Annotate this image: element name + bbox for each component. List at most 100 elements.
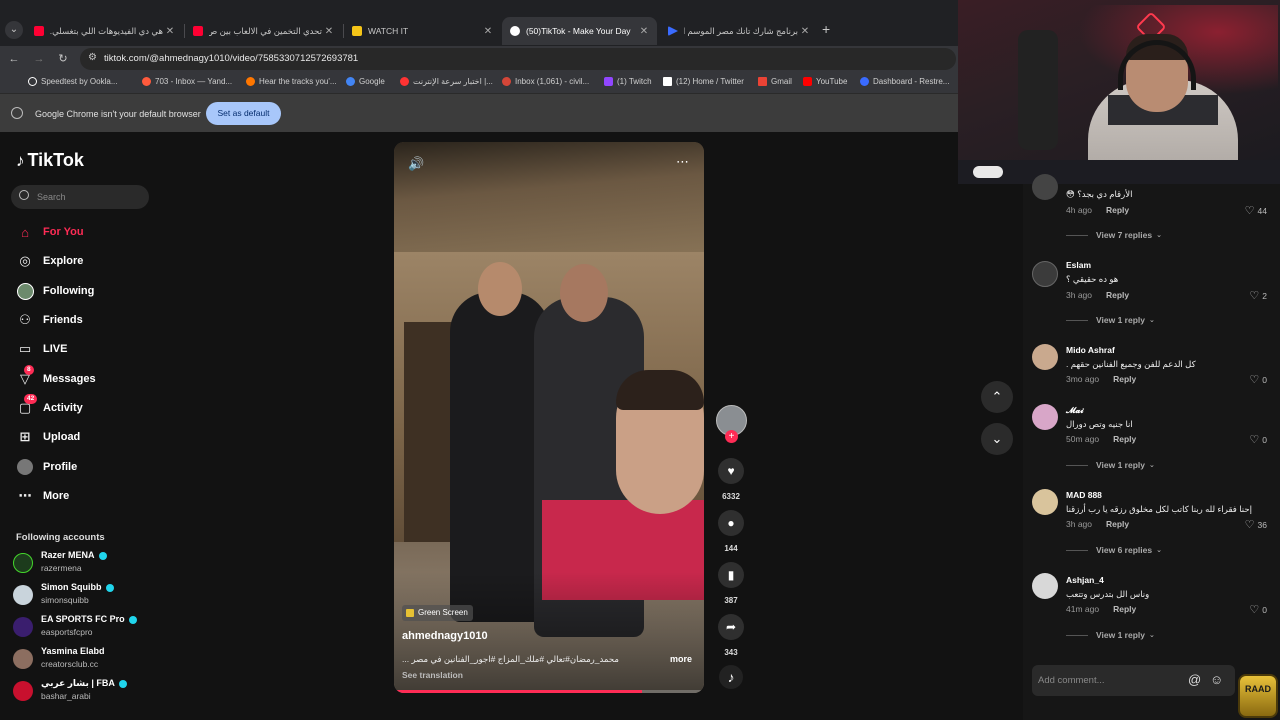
- comment-author[interactable]: Mido Ashraf: [1066, 345, 1115, 355]
- save-button[interactable]: ▮: [718, 562, 744, 588]
- reply-button[interactable]: Reply: [1106, 205, 1129, 215]
- search-input[interactable]: Search: [11, 185, 149, 209]
- close-tab-icon[interactable]: ✕: [163, 26, 177, 37]
- reply-button[interactable]: Reply: [1113, 374, 1136, 384]
- reply-button[interactable]: Reply: [1113, 434, 1136, 444]
- bookmark-soundcloud[interactable]: Hear the tracks you'...: [246, 77, 337, 86]
- account-name-text: EA SPORTS FC Pro: [41, 614, 125, 624]
- tab-3[interactable]: WATCH IT ✕: [344, 17, 501, 45]
- comment-avatar[interactable]: [1032, 261, 1058, 287]
- comment-like[interactable]: ♡ 36: [1245, 518, 1267, 531]
- nav-profile[interactable]: Profile: [16, 458, 77, 476]
- bookmark-google[interactable]: Google: [346, 77, 385, 86]
- close-tab-icon[interactable]: ✕: [637, 26, 651, 37]
- bookmark-inbox[interactable]: Inbox (1,061) - civil...: [502, 77, 589, 86]
- following-account-simon[interactable]: Simon Squibb simonsquibb: [13, 582, 153, 610]
- tab-search-dropdown[interactable]: ⌄: [5, 21, 23, 39]
- comment-avatar[interactable]: [1032, 174, 1058, 200]
- new-tab-button[interactable]: +: [822, 21, 830, 37]
- tiktok-logo[interactable]: ♪ TikTok: [16, 150, 84, 171]
- comment-like[interactable]: ♡ 0: [1249, 433, 1267, 446]
- comment-author[interactable]: 𝓜𝓪𝓲: [1066, 405, 1084, 416]
- nav-live[interactable]: ▭ LIVE: [16, 340, 68, 358]
- account-username: razermena: [41, 563, 82, 573]
- see-translation-button[interactable]: See translation: [402, 670, 463, 680]
- emoji-icon[interactable]: ☺: [1210, 672, 1223, 687]
- reply-button[interactable]: Reply: [1106, 519, 1129, 529]
- next-video-button[interactable]: ⌄: [981, 423, 1013, 455]
- comment-author[interactable]: Ashjan_4: [1066, 575, 1104, 585]
- avatar: [13, 553, 33, 573]
- reply-button[interactable]: Reply: [1106, 290, 1129, 300]
- following-account-yasmina[interactable]: Yasmina Elabd creatorsclub.cc: [13, 646, 153, 674]
- close-tab-icon[interactable]: ✕: [322, 26, 336, 37]
- bookmark-gmail[interactable]: Gmail: [758, 77, 792, 86]
- address-bar[interactable]: ⚙ tiktok.com/@ahmednagy1010/video/758533…: [80, 48, 956, 70]
- back-button[interactable]: ←: [5, 50, 23, 68]
- nav-friends[interactable]: ⚇ Friends: [16, 311, 83, 329]
- nav-following[interactable]: Following: [16, 282, 94, 300]
- close-tab-icon[interactable]: ✕: [798, 26, 812, 37]
- mention-icon[interactable]: @: [1188, 672, 1201, 687]
- more-options-icon[interactable]: ⋯: [676, 154, 690, 170]
- bookmark-twitch[interactable]: (1) Twitch: [604, 77, 652, 86]
- tab-4-active[interactable]: (50)TikTok - Make Your Day ✕: [502, 17, 657, 45]
- comment-avatar[interactable]: [1032, 489, 1058, 515]
- previous-video-button[interactable]: ⌃: [981, 381, 1013, 413]
- nav-more[interactable]: ⋯ More: [16, 487, 70, 505]
- comment-like[interactable]: ♡ 44: [1245, 204, 1267, 217]
- reply-button[interactable]: Reply: [1113, 604, 1136, 614]
- nav-for-you[interactable]: ⌂ For You: [16, 223, 83, 241]
- follow-plus-icon[interactable]: +: [725, 430, 738, 443]
- nav-explore[interactable]: ◎ Explore: [16, 252, 83, 270]
- caption-more-button[interactable]: more: [670, 654, 692, 664]
- view-replies-button[interactable]: View 1 reply ⌄: [1066, 630, 1155, 640]
- bookmark-yandex-inbox[interactable]: 703 - Inbox — Yand...: [142, 77, 232, 86]
- video-author[interactable]: ahmednagy1010: [402, 630, 488, 642]
- nav-upload[interactable]: ⊞ Upload: [16, 428, 81, 446]
- reload-button[interactable]: ↻: [54, 50, 72, 68]
- forward-button[interactable]: →: [30, 50, 48, 68]
- view-replies-button[interactable]: View 1 reply ⌄: [1066, 460, 1155, 470]
- bookmark-speedtest[interactable]: Speedtest by Ookla...: [28, 77, 118, 86]
- view-replies-button[interactable]: View 1 reply ⌄: [1066, 315, 1155, 325]
- video-progress-bar[interactable]: [394, 690, 704, 693]
- view-replies-button[interactable]: View 6 replies ⌄: [1066, 545, 1162, 555]
- tab-5[interactable]: برنامج شارك تانك مصر الموسم ا... ✕: [660, 17, 818, 45]
- comment-like[interactable]: ♡ 2: [1249, 289, 1267, 302]
- nav-activity[interactable]: ▢ 42 Activity: [16, 394, 83, 417]
- bookmark-twitter[interactable]: (12) Home / Twitter: [663, 77, 744, 86]
- bookmark-speed-test-ar[interactable]: اختبار سرعة الإنترنت |...: [400, 77, 493, 86]
- volume-icon[interactable]: 🔊: [408, 156, 424, 172]
- comment-like[interactable]: ♡ 0: [1249, 603, 1267, 616]
- like-button[interactable]: ♥: [718, 458, 744, 484]
- live-icon: ▭: [18, 341, 32, 356]
- sound-disc-icon[interactable]: ♪: [719, 665, 743, 689]
- tab-2[interactable]: تحدي التخمين في الالعاب بين ص... ✕: [185, 17, 342, 45]
- close-tab-icon[interactable]: ✕: [481, 26, 495, 37]
- comment-avatar[interactable]: [1032, 404, 1058, 430]
- comment-like[interactable]: ♡ 0: [1249, 373, 1267, 386]
- bookmark-restream[interactable]: Dashboard - Restre...: [860, 77, 949, 86]
- comment-author[interactable]: Eslam: [1066, 260, 1091, 270]
- view-replies-button[interactable]: View 7 replies ⌄: [1066, 230, 1162, 240]
- chevron-down-icon: ⌄: [1148, 462, 1155, 469]
- following-account-razer[interactable]: Razer MENA razermena: [13, 550, 153, 578]
- comment-avatar[interactable]: [1032, 573, 1058, 599]
- comment-author[interactable]: MAD 888: [1066, 490, 1102, 500]
- following-account-ea[interactable]: EA SPORTS FC Pro easportsfcpro: [13, 614, 153, 642]
- add-comment-input[interactable]: Add comment... @ ☺: [1032, 665, 1235, 696]
- comment-time: 50m ago: [1066, 434, 1100, 444]
- divider: [1066, 234, 1088, 236]
- nav-messages[interactable]: ▽ 8 Messages: [16, 365, 96, 388]
- tab-1[interactable]: هي دي الفيديوهات اللي بتغسلي... ✕: [26, 17, 183, 45]
- site-info-icon[interactable]: ⚙: [88, 52, 97, 63]
- set-as-default-button[interactable]: Set as default: [206, 102, 281, 125]
- video-player[interactable]: 🔊 ⋯ Green Screen ahmednagy1010 محمد_رمضا…: [394, 142, 704, 693]
- share-button[interactable]: ➦: [718, 614, 744, 640]
- following-account-bashar[interactable]: بشار عربي | FBA bashar_arabi: [13, 678, 153, 706]
- bookmark-youtube[interactable]: YouTube: [803, 77, 847, 86]
- effect-tag[interactable]: Green Screen: [402, 605, 473, 621]
- comment-avatar[interactable]: [1032, 344, 1058, 370]
- comment-button[interactable]: ●: [718, 510, 744, 536]
